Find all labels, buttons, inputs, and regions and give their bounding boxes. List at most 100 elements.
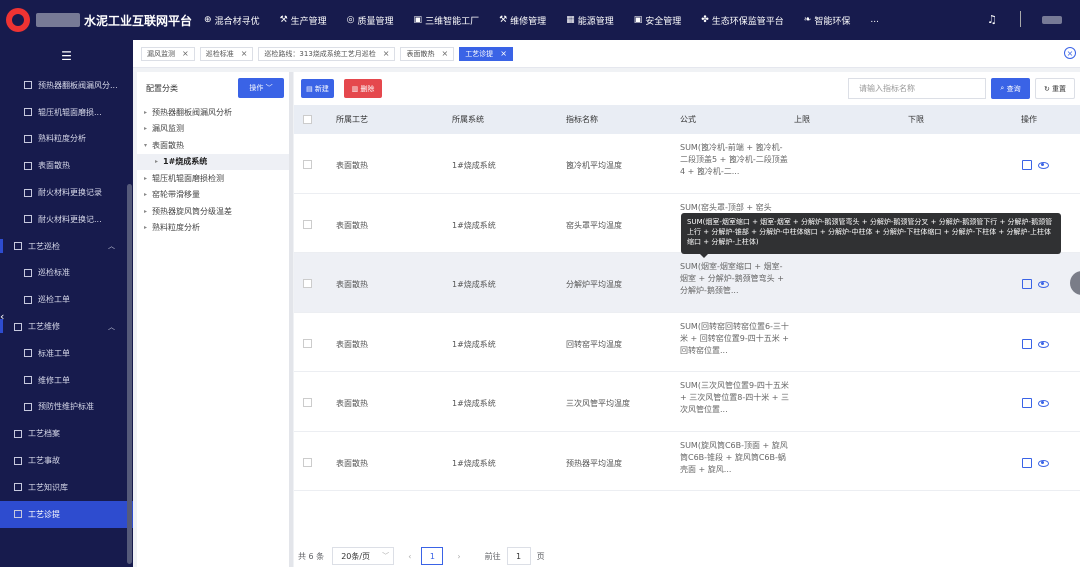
nav-item[interactable]: ⚒ 维修管理 bbox=[499, 14, 546, 27]
nav-item[interactable]: ▣ 安全管理 bbox=[634, 14, 682, 27]
sidebar-item[interactable]: 辊压机辊面磨损... bbox=[0, 99, 133, 126]
row-checkbox[interactable] bbox=[303, 219, 312, 229]
tree-item[interactable]: ▸ 窑轮带滑移量 bbox=[137, 187, 290, 204]
nav-item[interactable]: ⊕ 混合材寻优 bbox=[204, 14, 260, 27]
row-checkbox[interactable] bbox=[303, 398, 312, 407]
tab[interactable]: 工艺诊提 × bbox=[459, 46, 513, 61]
page-number[interactable]: 1 bbox=[421, 547, 444, 565]
sidebar-item[interactable]: 预防性维护标准 bbox=[0, 394, 133, 421]
sidebar-item[interactable]: 巡检工单 bbox=[0, 286, 133, 313]
sidebar-item[interactable]: 耐火材料更换记录 bbox=[0, 179, 133, 206]
close-icon[interactable]: × bbox=[182, 49, 189, 58]
table-row[interactable]: 表面散热 1#烧成系统 分解炉平均温度 SUM(烟室-烟室缩口 + 烟室-烟室 + 分… bbox=[294, 253, 1080, 313]
menu-collapse-icon[interactable]: ☰ bbox=[0, 40, 133, 72]
sidebar-item[interactable]: 标准工单 bbox=[0, 340, 133, 367]
close-icon[interactable]: × bbox=[500, 49, 507, 58]
row-checkbox[interactable] bbox=[303, 160, 312, 169]
tree-item[interactable]: ▾ 表面散热 bbox=[137, 137, 290, 154]
nav-item[interactable]: ✤ 生态环保监管平台 bbox=[701, 14, 784, 27]
caret-right-icon[interactable]: ▸ bbox=[144, 208, 147, 215]
table-row[interactable]: 表面散热 1#烧成系统 回转窑平均温度 SUM(回转窑回转窑位置6-三十米 + 回转窑… bbox=[294, 313, 1080, 372]
sidebar-item[interactable]: 巡检标准 bbox=[0, 260, 133, 287]
sidebar-item[interactable]: 熟料粒度分析 bbox=[0, 126, 133, 153]
col-process: 所属工艺 bbox=[336, 115, 368, 124]
view-icon[interactable] bbox=[1038, 400, 1049, 407]
delete-button[interactable]: ▥ 删除 bbox=[344, 79, 382, 98]
col-upper: 上限 bbox=[794, 115, 810, 124]
chevron-left-icon[interactable]: ‹ bbox=[0, 310, 4, 323]
sidebar-item[interactable]: 预热器翻板阀漏风分... bbox=[0, 72, 133, 99]
user-name-blurred[interactable] bbox=[1042, 16, 1062, 24]
cell-formula: SUM(篦冷机-前端 + 篦冷机-二段顶盖5 + 篦冷机-二段顶盖4 + 篦冷机… bbox=[680, 143, 788, 176]
sidebar-scrollbar[interactable] bbox=[127, 184, 132, 564]
tree-item[interactable]: ▸ 漏风监测 bbox=[137, 121, 290, 138]
close-icon[interactable]: × bbox=[383, 49, 390, 58]
view-icon[interactable] bbox=[1038, 459, 1049, 467]
tree-item[interactable]: ▸ 预热器翻板阀漏风分析 bbox=[137, 104, 290, 121]
next-page-icon[interactable]: › bbox=[457, 552, 460, 561]
new-button[interactable]: ▤ 新建 bbox=[301, 79, 334, 98]
tab[interactable]: 漏风监测 × bbox=[141, 46, 195, 61]
table-row[interactable]: 表面散热 1#烧成系统 预热器平均温度 SUM(旋风筒C6B-顶面 + 旋风筒C6B-… bbox=[294, 432, 1080, 491]
refresh-icon: ↻ bbox=[1043, 84, 1050, 93]
caret-right-icon[interactable]: ▸ bbox=[155, 158, 158, 165]
row-checkbox[interactable] bbox=[303, 457, 312, 467]
edit-icon[interactable] bbox=[1022, 338, 1032, 349]
close-icon[interactable]: × bbox=[241, 49, 248, 58]
edit-icon[interactable] bbox=[1022, 457, 1032, 468]
caret-right-icon[interactable]: ▸ bbox=[144, 191, 147, 198]
panel-divider[interactable] bbox=[289, 72, 293, 567]
close-icon[interactable]: × bbox=[441, 49, 448, 58]
tree-item[interactable]: ▸ 1#烧成系统 bbox=[137, 153, 290, 170]
tree-item[interactable]: ▸ 预热器旋风筒分级温差 bbox=[137, 203, 290, 220]
sidebar-item[interactable]: 工艺知识库 bbox=[0, 474, 133, 501]
table-row[interactable]: 表面散热 1#烧成系统 篦冷机平均温度 SUM(篦冷机-前端 + 篦冷机-二段顶盖5 … bbox=[294, 134, 1080, 194]
nav-item-label: 能源管理 bbox=[577, 16, 614, 27]
nav-item[interactable]: ... bbox=[870, 15, 879, 25]
caret-down-icon[interactable]: ▾ bbox=[144, 142, 147, 149]
row-checkbox[interactable] bbox=[303, 279, 312, 288]
tree-item-label: 预热器翻板阀漏风分析 bbox=[152, 107, 233, 117]
tab[interactable]: 表面散热 × bbox=[400, 46, 455, 61]
goto-page-input[interactable]: 1 bbox=[506, 547, 531, 565]
nav-item[interactable]: ❧ 智能环保 bbox=[804, 14, 851, 27]
view-icon[interactable] bbox=[1038, 340, 1049, 348]
prev-page-icon[interactable]: ‹ bbox=[408, 552, 411, 561]
table-row[interactable]: 表面散热 1#烧成系统 三次风管平均温度 SUM(三次风管位置9-四十五米 + 三次风… bbox=[294, 372, 1080, 432]
sidebar-item[interactable]: 工艺诊提 bbox=[0, 500, 133, 528]
tree-item[interactable]: ▸ 熟料粒度分析 bbox=[137, 220, 290, 237]
view-icon[interactable] bbox=[1038, 162, 1049, 169]
tab[interactable]: 巡检标准 × bbox=[199, 46, 254, 61]
sidebar-item[interactable]: 工艺巡检 ︿ bbox=[0, 233, 133, 260]
select-all-checkbox[interactable] bbox=[303, 115, 312, 124]
edit-icon[interactable] bbox=[1022, 398, 1032, 408]
tree-item[interactable]: ▸ 辊压机辊面磨损检测 bbox=[137, 170, 290, 187]
bell-icon[interactable]: ♫ bbox=[987, 13, 997, 26]
edit-icon[interactable] bbox=[1022, 279, 1032, 289]
close-all-tabs-icon[interactable]: × bbox=[1064, 47, 1076, 59]
reset-button[interactable]: ↻ 重置 bbox=[1035, 78, 1075, 99]
edit-icon[interactable] bbox=[1022, 160, 1032, 170]
sidebar-item[interactable]: 工艺维修 ︿ bbox=[0, 313, 133, 340]
row-checkbox[interactable] bbox=[303, 338, 312, 348]
nav-item[interactable]: ◎ 质量管理 bbox=[347, 14, 394, 27]
tab-label: 表面散热 bbox=[406, 49, 435, 58]
nav-item[interactable]: ▦ 能源管理 bbox=[566, 14, 614, 27]
caret-right-icon[interactable]: ▸ bbox=[144, 125, 147, 132]
caret-right-icon[interactable]: ▸ bbox=[144, 175, 147, 182]
view-icon[interactable] bbox=[1038, 281, 1049, 288]
sidebar-item[interactable]: 工艺事故 bbox=[0, 447, 133, 474]
nav-item[interactable]: ▣ 三维智能工厂 bbox=[414, 14, 480, 27]
tab[interactable]: 巡检路线：313烧成系统工艺月巡检 × bbox=[258, 46, 396, 61]
sidebar-item[interactable]: 工艺档案 bbox=[0, 420, 133, 447]
caret-right-icon[interactable]: ▸ bbox=[144, 224, 147, 231]
nav-item[interactable]: ⚒ 生产管理 bbox=[280, 14, 327, 27]
page-size-select[interactable]: 20条/页 ﹀ bbox=[332, 547, 395, 565]
search-button[interactable]: ⌕ 查询 bbox=[991, 78, 1030, 99]
sidebar-item[interactable]: 维修工单 bbox=[0, 367, 133, 394]
sidebar-item[interactable]: 耐火材料更换记... bbox=[0, 206, 133, 233]
search-input[interactable]: 请输入指标名称 bbox=[848, 78, 986, 99]
operation-dropdown-button[interactable]: 操作 ﹀ bbox=[238, 78, 284, 98]
caret-right-icon[interactable]: ▸ bbox=[144, 109, 147, 116]
sidebar-item[interactable]: 表面散热 bbox=[0, 152, 133, 179]
